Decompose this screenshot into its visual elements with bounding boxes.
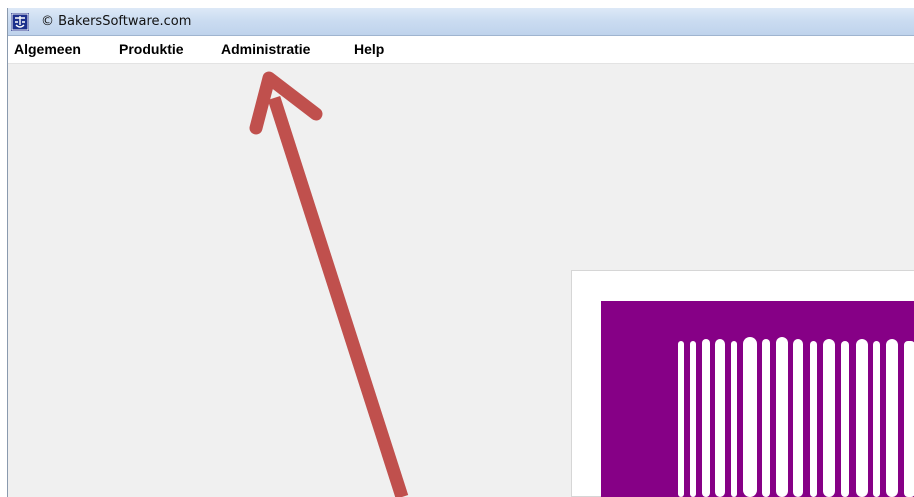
menu-help[interactable]: Help <box>354 41 384 57</box>
window-title: © BakersSoftware.com <box>41 14 192 29</box>
menu-administratie[interactable]: Administratie <box>221 41 310 57</box>
title-bar: © BakersSoftware.com <box>8 8 914 36</box>
application-window: © BakersSoftware.com Algemeen Produktie … <box>7 8 914 497</box>
app-icon[interactable] <box>11 13 29 31</box>
splash-logo <box>601 301 914 497</box>
menu-algemeen[interactable]: Algemeen <box>14 41 81 57</box>
menu-bar: Algemeen Produktie Administratie Help <box>8 36 914 64</box>
main-workspace <box>8 64 914 497</box>
menu-produktie[interactable]: Produktie <box>119 41 184 57</box>
